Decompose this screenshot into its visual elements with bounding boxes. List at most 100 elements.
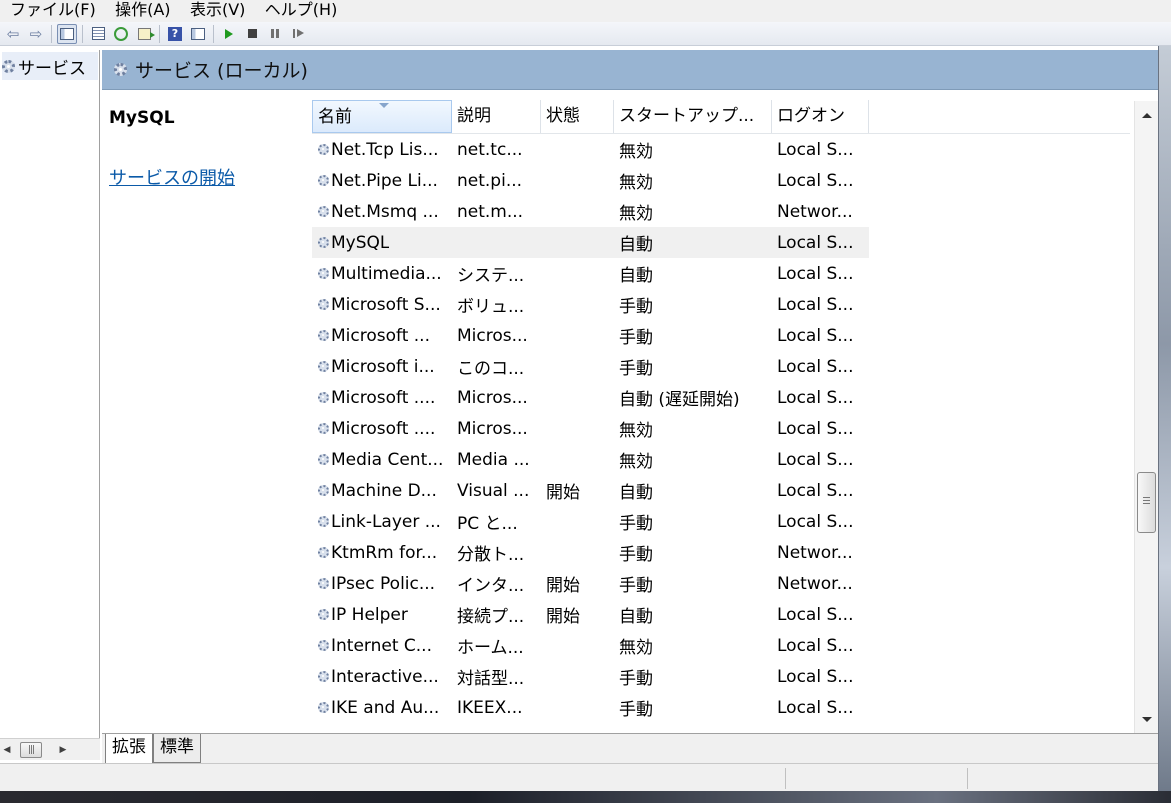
service-description: 接続プ...	[457, 607, 525, 627]
taskbar-edge	[0, 791, 1171, 803]
service-description: ボリュ...	[457, 297, 525, 317]
status-cell	[785, 768, 967, 789]
service-startup-type: 手動	[619, 700, 653, 720]
service-gear-icon	[318, 702, 329, 713]
service-name: Internet C...	[331, 635, 432, 656]
menu-help[interactable]: ヘルプ(H)	[258, 2, 345, 18]
service-row[interactable]: Machine D... Visual ... 開始 自動 Local S...	[312, 475, 869, 506]
service-name-cell: Net.Tcp Lis...	[312, 140, 452, 160]
service-gear-icon	[318, 578, 329, 589]
service-gear-icon	[318, 361, 329, 372]
service-row[interactable]: Net.Msmq ... net.m... 無効 Networ...	[312, 196, 869, 227]
service-logon: Local S...	[777, 170, 854, 191]
menu-view[interactable]: 表示(V)	[183, 2, 252, 18]
service-logon: Local S...	[777, 139, 854, 160]
service-gear-icon	[318, 609, 329, 620]
column-header-startup-type[interactable]: スタートアップ...	[614, 100, 772, 133]
show-hide-tree-button[interactable]	[57, 23, 77, 44]
column-header-status[interactable]: 状態	[541, 100, 614, 133]
service-name: MySQL	[331, 232, 390, 253]
toolbar-separator	[82, 24, 83, 43]
service-row[interactable]: Multimedia... システ... 自動 Local S...	[312, 258, 869, 289]
service-row[interactable]: Microsoft i... このコ... 手動 Local S...	[312, 351, 869, 382]
show-action-pane-button[interactable]	[188, 24, 208, 44]
service-name-cell: Machine D...	[312, 481, 452, 501]
menu-bar: ファイル(F) 操作(A) 表示(V) ヘルプ(H)	[0, 0, 1171, 22]
service-startup-type: 無効	[619, 142, 653, 162]
start-service-link[interactable]: サービスの開始	[109, 164, 235, 190]
properties-button[interactable]	[88, 24, 108, 44]
service-row[interactable]: Net.Pipe Li... net.pi... 無効 Local S...	[312, 165, 869, 196]
scroll-up-arrow-icon[interactable]	[1142, 113, 1152, 118]
help-button[interactable]: ?	[165, 24, 185, 44]
service-row[interactable]: IPsec Polic... インタ... 開始 手動 Networ...	[312, 568, 869, 599]
view-tabs: 拡張 標準	[102, 733, 1158, 763]
service-row[interactable]: Microsoft S... ボリュ... 手動 Local S...	[312, 289, 869, 320]
scroll-thumb[interactable]: |||	[20, 741, 42, 758]
column-header-name[interactable]: 名前	[312, 100, 452, 133]
service-row[interactable]: Microsoft ... Micros... 手動 Local S...	[312, 320, 869, 351]
service-logon: Networ...	[777, 542, 853, 563]
service-startup-type: 手動	[619, 576, 653, 596]
export-list-button[interactable]	[134, 24, 155, 44]
back-button[interactable]: ⇦	[3, 24, 23, 44]
service-name-cell: IPsec Polic...	[312, 574, 452, 594]
pause-service-button[interactable]	[265, 24, 285, 44]
service-row[interactable]: Microsoft .... Micros... 無効 Local S...	[312, 413, 869, 444]
service-row[interactable]: IKE and Au... IKEEX... 手動 Local S...	[312, 692, 869, 723]
scroll-left-arrow-icon[interactable]: ◀	[0, 745, 14, 755]
scroll-right-arrow-icon[interactable]: ▶	[56, 745, 70, 755]
service-logon: Local S...	[777, 232, 854, 253]
service-name-cell: IP Helper	[312, 605, 452, 625]
service-row[interactable]: MySQL 自動 Local S...	[312, 227, 869, 258]
tree-item-services[interactable]: サービス	[2, 52, 98, 80]
service-name-cell: Net.Pipe Li...	[312, 171, 452, 191]
console-tree: サービス	[0, 50, 100, 738]
service-startup-type: 自動 (遅延開始)	[619, 390, 740, 410]
service-row[interactable]: Internet C... ホーム... 無効 Local S...	[312, 630, 869, 661]
service-description: ホーム...	[457, 638, 524, 658]
service-description: 分散ト...	[457, 545, 525, 565]
menu-file[interactable]: ファイル(F)	[0, 2, 103, 18]
menu-action[interactable]: 操作(A)	[108, 2, 177, 18]
service-row[interactable]: KtmRm for... 分散ト... 手動 Networ...	[312, 537, 869, 568]
service-name-cell: Media Cent...	[312, 450, 452, 470]
back-arrow-icon: ⇦	[6, 24, 20, 43]
service-name-cell: Internet C...	[312, 636, 452, 656]
service-row[interactable]: IP Helper 接続プ... 開始 自動 Local S...	[312, 599, 869, 630]
service-description: net.tc...	[457, 139, 523, 160]
scroll-thumb[interactable]	[1137, 472, 1156, 533]
refresh-button[interactable]	[111, 24, 131, 44]
service-row[interactable]: Media Cent... Media ... 無効 Local S...	[312, 444, 869, 475]
stop-service-button[interactable]	[242, 24, 262, 44]
start-service-button[interactable]	[219, 24, 239, 44]
service-name: KtmRm for...	[331, 542, 438, 563]
restart-service-button[interactable]	[288, 24, 308, 44]
sort-descending-icon	[379, 103, 389, 108]
service-row[interactable]: Interactive... 対話型... 手動 Local S...	[312, 661, 869, 692]
forward-button[interactable]: ⇨	[26, 24, 46, 44]
service-startup-type: 無効	[619, 421, 653, 441]
service-startup-type: 手動	[619, 359, 653, 379]
tree-horizontal-scrollbar[interactable]: ◀ ||| ▶	[0, 738, 100, 760]
service-logon: Local S...	[777, 666, 854, 687]
service-startup-type: 自動	[619, 607, 653, 627]
service-description: Micros...	[457, 418, 528, 439]
tab-extended[interactable]: 拡張	[105, 734, 153, 763]
column-header-logon[interactable]: ログオン	[772, 100, 869, 133]
list-vertical-scrollbar[interactable]	[1134, 101, 1158, 733]
tab-standard[interactable]: 標準	[153, 734, 201, 763]
service-logon: Networ...	[777, 573, 853, 594]
status-bar	[0, 763, 1171, 791]
service-row[interactable]: Net.Tcp Lis... net.tc... 無効 Local S...	[312, 134, 869, 165]
service-logon: Local S...	[777, 635, 854, 656]
toolbar-separator	[159, 24, 160, 43]
service-row[interactable]: Link-Layer ... PC と... 手動 Local S...	[312, 506, 869, 537]
tree-item-label: サービス	[18, 58, 86, 79]
column-header-description[interactable]: 説明	[452, 100, 541, 133]
service-startup-type: 無効	[619, 173, 653, 193]
service-gear-icon	[318, 175, 329, 186]
service-row[interactable]: Microsoft .... Micros... 自動 (遅延開始) Local S.…	[312, 382, 869, 413]
status-cell	[967, 768, 1147, 789]
scroll-down-arrow-icon[interactable]	[1142, 717, 1152, 722]
